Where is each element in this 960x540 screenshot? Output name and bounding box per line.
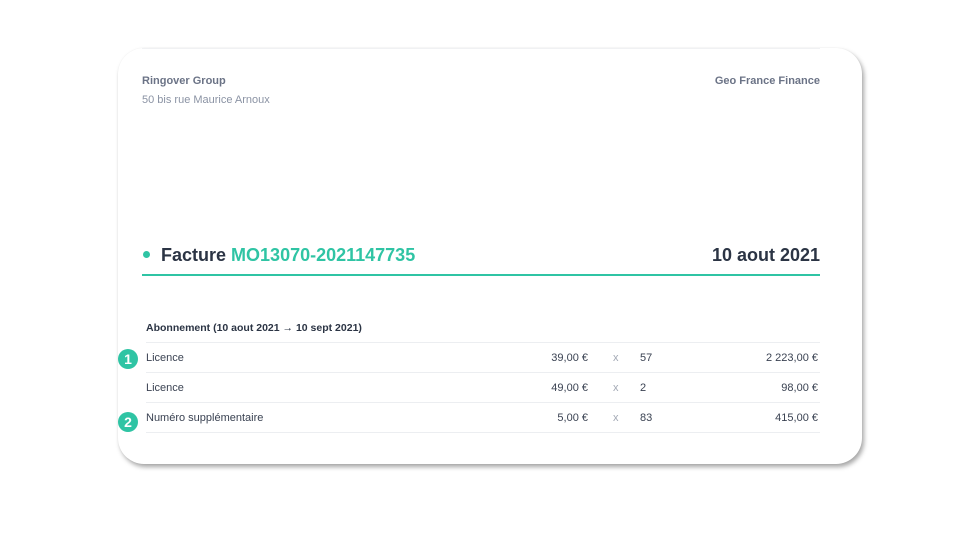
invoice-line: Licence 39,00 € x 57 2 223,00 € bbox=[146, 343, 820, 373]
subscription-section-title: Abonnement (10 aout 2021 → 10 sept 2021) bbox=[146, 322, 362, 334]
line-label: Numéro supplémentaire bbox=[146, 412, 264, 424]
client-name: Geo France Finance bbox=[714, 75, 820, 87]
annotation-marker-1: 1 bbox=[118, 349, 138, 369]
line-times-sign: x bbox=[613, 352, 619, 364]
invoice-date: 10 aout 2021 bbox=[711, 245, 820, 265]
invoice-line: Licence 49,00 € x 2 98,00 € bbox=[146, 373, 820, 403]
invoice-card: Ringover Group 50 bis rue Maurice Arnoux… bbox=[118, 48, 862, 464]
title-bullet-icon bbox=[143, 251, 150, 258]
invoice-title: Facture MO13070-2021147735 bbox=[161, 245, 415, 266]
line-total: 415,00 € bbox=[775, 412, 818, 424]
title-underline bbox=[142, 274, 820, 276]
line-quantity: 57 bbox=[640, 352, 653, 364]
line-total: 2 223,00 € bbox=[766, 352, 818, 364]
invoice-label: Facture bbox=[161, 245, 227, 265]
invoice-number: MO13070-2021147735 bbox=[231, 245, 416, 265]
line-unit-price: 39,00 € bbox=[551, 352, 588, 364]
line-total: 98,00 € bbox=[781, 382, 818, 394]
line-times-sign: x bbox=[613, 412, 619, 424]
invoice-content: Ringover Group 50 bis rue Maurice Arnoux… bbox=[142, 48, 820, 464]
line-unit-price: 5,00 € bbox=[557, 412, 588, 424]
line-times-sign: x bbox=[613, 382, 619, 394]
card-top-divider bbox=[142, 48, 820, 49]
line-quantity: 83 bbox=[640, 412, 653, 424]
line-label: Licence bbox=[146, 382, 184, 394]
seller-name: Ringover Group bbox=[142, 75, 226, 87]
annotation-marker-2: 2 bbox=[118, 412, 138, 432]
row-divider bbox=[146, 432, 820, 433]
line-quantity: 2 bbox=[640, 382, 647, 394]
line-label: Licence bbox=[146, 352, 184, 364]
invoice-line: Numéro supplémentaire 5,00 € x 83 415,00… bbox=[146, 403, 820, 433]
line-unit-price: 49,00 € bbox=[551, 382, 588, 394]
seller-address: 50 bis rue Maurice Arnoux bbox=[142, 94, 270, 106]
invoice-title-row: Facture MO13070-2021147735 10 aout 2021 bbox=[142, 242, 820, 268]
